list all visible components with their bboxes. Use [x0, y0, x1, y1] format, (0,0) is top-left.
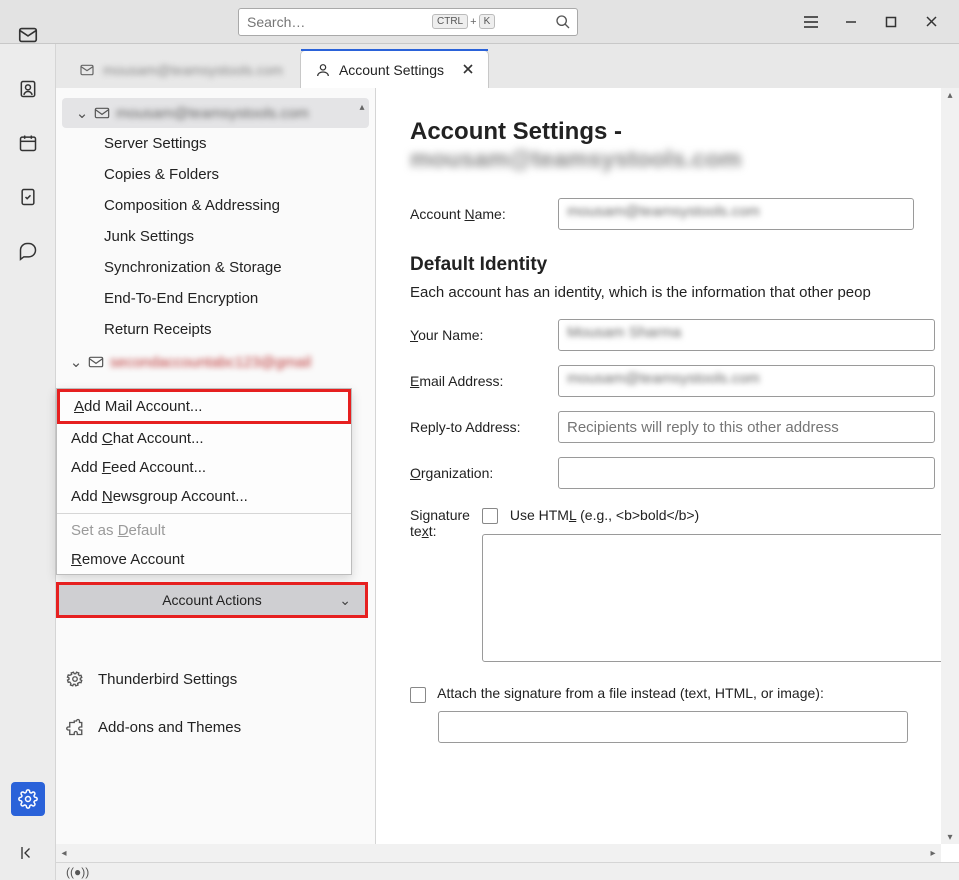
titlebar: CTRL + K	[0, 0, 959, 44]
vertical-scrollbar[interactable]: ▴ ▾	[941, 88, 959, 844]
sync-status-icon: ((●))	[66, 865, 89, 879]
signature-textarea[interactable]	[482, 534, 952, 662]
horizontal-scrollbar[interactable]: ◂ ▸	[56, 844, 941, 862]
settings-person-icon	[315, 62, 331, 78]
page-title: Account Settings - mousam@teamsystools.c…	[410, 118, 935, 174]
scroll-right-icon[interactable]: ▸	[925, 848, 941, 859]
attach-signature-checkbox[interactable]	[410, 687, 426, 703]
puzzle-icon	[66, 718, 84, 736]
settings-gear-icon[interactable]	[11, 782, 45, 816]
kbd-plus: +	[470, 16, 476, 28]
account-icon	[79, 62, 95, 78]
your-name-label: Your Name:	[410, 327, 546, 343]
sidebar-item-junk[interactable]: Junk Settings	[56, 221, 375, 252]
settings-page: Account Settings - mousam@teamsystools.c…	[376, 88, 959, 880]
scroll-down-icon[interactable]: ▾	[944, 830, 956, 844]
sidebar-item-composition[interactable]: Composition & Addressing	[56, 190, 375, 221]
activity-bar	[0, 44, 56, 880]
menu-add-chat-account[interactable]: Add Chat Account...	[57, 424, 351, 453]
status-bar: ((●))	[56, 862, 959, 880]
calendar-icon[interactable]	[11, 126, 45, 160]
global-search[interactable]: CTRL + K	[238, 8, 578, 36]
sidebar-inner-scroll[interactable]: ▴ ▾	[355, 102, 369, 620]
kbd-ctrl: CTRL	[432, 14, 468, 29]
account-actions-menu: Add Mail Account... Add Chat Account... …	[56, 388, 352, 575]
menu-add-newsgroup-account[interactable]: Add Newsgroup Account...	[57, 482, 351, 511]
menu-add-feed-account[interactable]: Add Feed Account...	[57, 453, 351, 482]
tab-account-settings[interactable]: Account Settings	[300, 50, 489, 88]
address-book-icon[interactable]	[11, 72, 45, 106]
attach-signature-label: Attach the signature from a file instead…	[437, 685, 824, 701]
scroll-up-icon[interactable]: ▴	[359, 102, 364, 113]
identity-description: Each account has an identity, which is t…	[410, 284, 935, 301]
window-close[interactable]	[911, 7, 951, 37]
menu-add-mail-account[interactable]: Add Mail Account...	[57, 389, 351, 424]
addons-label: Add-ons and Themes	[98, 719, 241, 736]
account-name-label: Account Name:	[410, 206, 546, 222]
account-1-label: mousam@teamsystools.com	[116, 105, 309, 122]
sidebar-item-sync-storage[interactable]: Synchronization & Storage	[56, 252, 375, 283]
collapse-spaces-icon[interactable]	[11, 836, 45, 870]
menu-remove-account[interactable]: Remove Account	[57, 545, 351, 574]
tab-account-mail[interactable]: mousam@teamsystools.com	[64, 50, 298, 88]
sidebar-item-server-settings[interactable]: Server Settings	[56, 128, 375, 159]
signature-file-path[interactable]	[438, 711, 908, 743]
menu-separator	[57, 513, 351, 514]
organization-field[interactable]	[558, 457, 935, 489]
search-icon[interactable]	[555, 14, 571, 30]
tab-account-label: mousam@teamsystools.com	[103, 62, 283, 78]
scroll-up-icon[interactable]: ▴	[944, 88, 956, 102]
scroll-left-icon[interactable]: ◂	[56, 848, 72, 859]
chevron-down-icon: ⌄	[70, 353, 82, 371]
sidebar-item-return-receipts[interactable]: Return Receipts	[56, 314, 375, 345]
sidebar-item-e2e[interactable]: End-To-End Encryption	[56, 283, 375, 314]
signature-text-label: Signature text:	[410, 507, 470, 539]
sidebar-item-copies-folders[interactable]: Copies & Folders	[56, 159, 375, 190]
mail-account-icon	[94, 107, 110, 119]
account-2[interactable]: ⌄ secondaccountabc123@gmail	[56, 347, 375, 377]
use-html-label: Use HTML (e.g., <b>bold</b>)	[510, 507, 699, 523]
reply-to-field[interactable]	[558, 411, 935, 443]
accounts-sidebar: ⌄ mousam@teamsystools.com Server Setting…	[56, 88, 376, 880]
chevron-down-icon: ⌄	[76, 104, 88, 122]
organization-label: Organization:	[410, 465, 546, 481]
window-maximize[interactable]	[871, 7, 911, 37]
tab-settings-label: Account Settings	[339, 62, 444, 78]
window-minimize[interactable]	[831, 7, 871, 37]
kbd-k: K	[479, 14, 496, 29]
sidebar-thunderbird-settings[interactable]: Thunderbird Settings	[66, 670, 237, 688]
mail-tab-icon[interactable]	[11, 18, 45, 52]
menu-set-as-default: Set as Default	[57, 516, 351, 545]
chevron-down-icon: ⌄	[339, 592, 351, 609]
tab-close-icon[interactable]	[462, 62, 474, 78]
default-identity-heading: Default Identity	[410, 254, 935, 276]
reply-to-label: Reply-to Address:	[410, 419, 546, 435]
account-2-label: secondaccountabc123@gmail	[110, 354, 311, 371]
email-field[interactable]: mousam@teamsystools.com	[558, 365, 935, 397]
mail-account-icon	[88, 356, 104, 368]
use-html-checkbox[interactable]	[482, 508, 498, 524]
gear-icon	[66, 670, 84, 688]
sidebar-addons-themes[interactable]: Add-ons and Themes	[66, 718, 241, 736]
your-name-field[interactable]: Mousam Sharma	[558, 319, 935, 351]
chat-icon[interactable]	[11, 234, 45, 268]
thunderbird-settings-label: Thunderbird Settings	[98, 671, 237, 688]
email-label: Email Address:	[410, 373, 546, 389]
app-menu-button[interactable]	[791, 7, 831, 37]
account-actions-button[interactable]: Account Actions ⌄	[56, 582, 368, 618]
account-1[interactable]: ⌄ mousam@teamsystools.com	[62, 98, 369, 128]
tasks-icon[interactable]	[11, 180, 45, 214]
search-input[interactable]	[245, 13, 430, 31]
account-name-field[interactable]: mousam@teamsystools.com	[558, 198, 914, 230]
tab-strip: mousam@teamsystools.com Account Settings	[56, 44, 959, 88]
